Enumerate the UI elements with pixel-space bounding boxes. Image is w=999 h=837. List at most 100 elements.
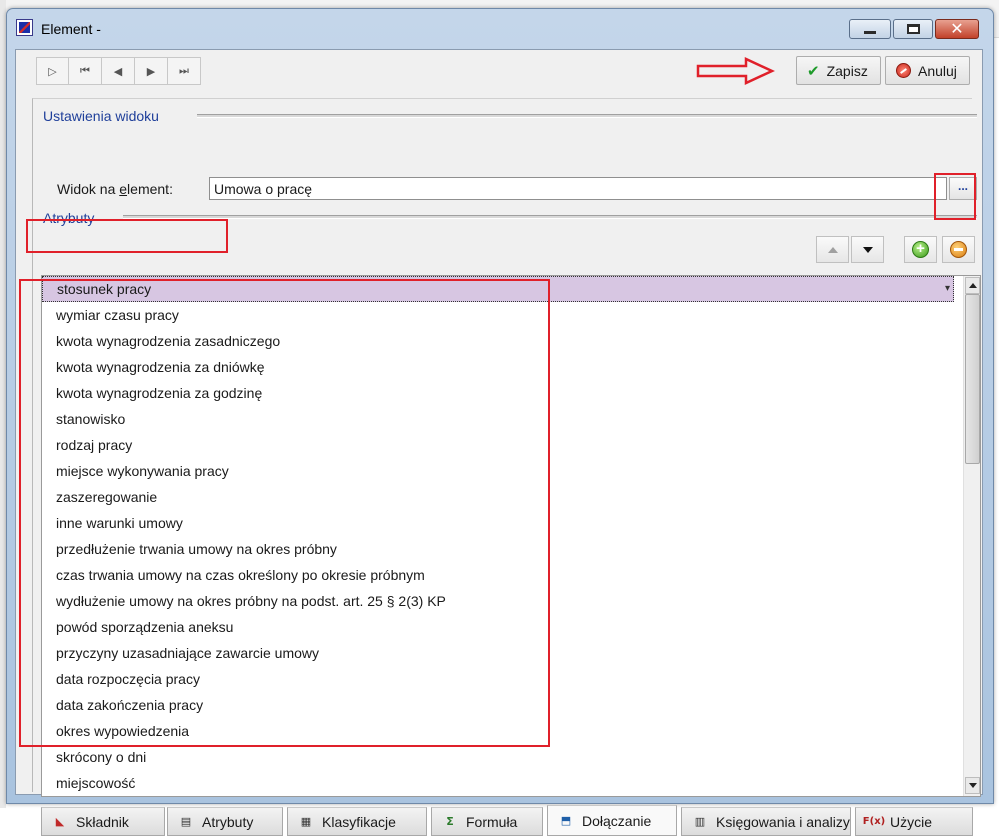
close-icon: ✕ (950, 19, 964, 38)
vertical-scrollbar[interactable] (963, 276, 980, 796)
down-arrow-icon (862, 246, 873, 253)
close-button[interactable]: ✕ (935, 19, 979, 39)
scroll-thumb[interactable] (965, 294, 980, 464)
formula-icon: Σ (446, 815, 454, 828)
nav-play-button[interactable]: ▷ (36, 57, 69, 85)
list-item[interactable]: przedłużenie trwania umowy na okres prób… (42, 536, 954, 562)
list-item-label: miejscowość (56, 775, 136, 791)
add-attribute-button[interactable]: + (904, 236, 937, 263)
tab-atrybuty[interactable]: ▤ Atrybuty (167, 807, 283, 836)
save-button[interactable]: ✔ Zapisz (796, 56, 881, 85)
scroll-up-button[interactable] (965, 277, 980, 294)
nav-previous-button[interactable]: ◀ (102, 57, 135, 85)
tab-formula[interactable]: Σ Formuła (431, 807, 543, 836)
list-item[interactable]: rodzaj pracy (42, 432, 954, 458)
view-field-label: Widok na element: (57, 181, 173, 197)
annotation-arrow-icon (696, 57, 775, 85)
list-item[interactable]: stanowisko (42, 406, 954, 432)
minus-icon (950, 241, 967, 258)
remove-attribute-button[interactable] (942, 236, 975, 263)
list-item-label: przedłużenie trwania umowy na okres prób… (56, 541, 337, 557)
play-icon: ▷ (48, 65, 57, 78)
list-item-label: czas trwania umowy na czas określony po … (56, 567, 425, 583)
list-item-label: skrócony o dni (56, 749, 147, 765)
list-item[interactable]: wymiar czasu pracy (42, 302, 954, 328)
maximize-button[interactable] (893, 19, 933, 39)
move-down-button[interactable] (851, 236, 884, 263)
content-panel: Ustawienia widoku Widok na element: Umow… (32, 98, 981, 836)
atrybuty-icon: ▤ (180, 815, 192, 828)
list-item[interactable]: zaszeregowanie (42, 484, 954, 510)
list-item[interactable]: kwota wynagrodzenia za dniówkę (42, 354, 954, 380)
view-settings-title: Ustawienia widoku (43, 108, 159, 124)
list-item[interactable]: miejsce wykonywania pracy (42, 458, 954, 484)
window-client-area: ▷ ⏮ ◀ ▶ ⏭ ✔ Zapisz Anuluj Ustawienia wid… (15, 49, 983, 836)
last-record-icon: ⏭ (179, 64, 189, 77)
list-item[interactable]: powód sporządzenia aneksu (42, 614, 954, 640)
section-divider (197, 114, 977, 118)
list-item[interactable]: okres wypowiedzenia (42, 718, 954, 744)
list-item[interactable]: data zakończenia pracy (42, 692, 954, 718)
nav-last-button[interactable]: ⏭ (168, 57, 201, 85)
nav-first-button[interactable]: ⏮ (69, 57, 102, 85)
list-item-label: rodzaj pracy (56, 437, 133, 453)
cancel-icon (896, 63, 911, 78)
minimize-icon (864, 30, 876, 34)
tab-klasyfikacje[interactable]: ▦ Klasyfikacje (287, 807, 427, 836)
list-item[interactable]: kwota wynagrodzenia zasadniczego (42, 328, 954, 354)
list-item[interactable]: kwota wynagrodzenia za godzinę (42, 380, 954, 406)
tab-label: Użycie (890, 813, 933, 830)
maximize-icon (906, 24, 920, 34)
app-icon[interactable] (16, 19, 33, 36)
scroll-down-icon (968, 783, 977, 788)
uzycie-icon: F(x) (862, 816, 886, 827)
attributes-title: Atrybuty (43, 210, 95, 226)
list-item[interactable]: skrócony o dni (42, 744, 954, 770)
list-item-label: zaszeregowanie (56, 489, 158, 505)
list-item-label: okres wypowiedzenia (56, 723, 190, 739)
list-item-label: przyczyny uzasadniające zawarcie umowy (56, 645, 319, 661)
bottom-tabs: ◣ Składnik ▤ Atrybuty ▦ Klasyfikacje Σ F… (41, 805, 981, 837)
tab-label: Atrybuty (202, 813, 254, 830)
tab-uzycie[interactable]: F(x) Użycie (855, 807, 973, 836)
list-item[interactable]: inne warunki umowy (42, 510, 954, 536)
skladnik-icon: ◣ (55, 815, 65, 828)
first-record-icon: ⏮ (80, 64, 90, 77)
tab-label: Księgowania i analizy (716, 813, 850, 830)
list-item[interactable]: czas trwania umowy na czas określony po … (42, 562, 954, 588)
move-up-button[interactable] (816, 236, 849, 263)
list-item-label: data zakończenia pracy (56, 697, 204, 713)
ksiegowania-icon: ▥ (694, 815, 706, 828)
tab-skladnik[interactable]: ◣ Składnik (41, 807, 165, 836)
view-element-input[interactable]: Umowa o pracę (209, 177, 947, 200)
list-item[interactable]: data rozpoczęcia pracy (42, 666, 954, 692)
next-record-icon: ▶ (146, 65, 156, 78)
row-dropdown-icon[interactable]: ▾ (945, 277, 950, 301)
list-item[interactable]: wydłużenie umowy na okres próbny na pods… (42, 588, 954, 614)
nav-next-button[interactable]: ▶ (135, 57, 168, 85)
cancel-button[interactable]: Anuluj (885, 56, 970, 85)
tab-label: Formuła (466, 813, 518, 830)
element-window: Element - ✕ ▷ ⏮ ◀ ▶ ⏭ ✔ Zapisz Anuluj Us… (6, 8, 994, 836)
list-item-label: wydłużenie umowy na okres próbny na pods… (56, 593, 446, 609)
tab-dolaczanie[interactable]: ⬒ Dołączanie (547, 805, 677, 836)
list-item[interactable]: stosunek pracy ▾ (42, 276, 954, 302)
scroll-up-icon (968, 283, 977, 288)
list-item-label: stanowisko (56, 411, 126, 427)
list-item-label: data rozpoczęcia pracy (56, 671, 200, 687)
list-item-label: inne warunki umowy (56, 515, 183, 531)
window-title: Element - (41, 21, 101, 37)
list-item-label: kwota wynagrodzenia zasadniczego (56, 333, 281, 349)
dolaczanie-icon: ⬒ (560, 814, 572, 827)
list-item-label: kwota wynagrodzenia za godzinę (56, 385, 263, 401)
scroll-down-button[interactable] (965, 777, 980, 794)
title-bar[interactable]: Element - ✕ (7, 9, 993, 41)
tab-ksiegowania[interactable]: ▥ Księgowania i analizy (681, 807, 851, 836)
plus-icon: + (912, 241, 929, 258)
section-divider (123, 215, 977, 219)
list-item[interactable]: miejscowość (42, 770, 954, 796)
up-arrow-icon (827, 246, 838, 253)
browse-button[interactable]: ... (949, 177, 977, 200)
list-item[interactable]: przyczyny uzasadniające zawarcie umowy (42, 640, 954, 666)
minimize-button[interactable] (849, 19, 891, 39)
